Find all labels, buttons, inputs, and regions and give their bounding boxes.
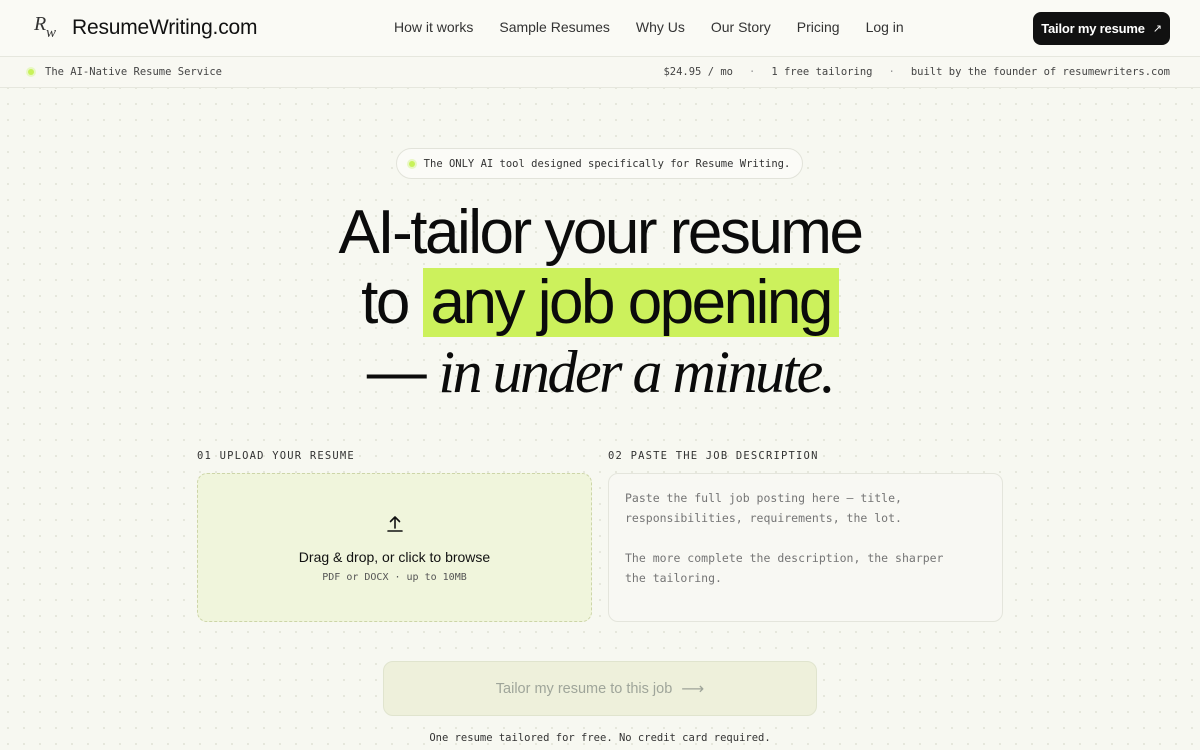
submit-label: Tailor my resume to this job [495,680,673,697]
brand-logo[interactable]: R w ResumeWriting.com [32,13,257,43]
nav-log-in[interactable]: Log in [866,19,904,35]
tailor-resume-submit-button[interactable]: Tailor my resume to this job ⟶ [383,661,817,716]
logo-letter-w: w [46,25,57,41]
header-cta-label: Tailor my resume [1041,21,1145,36]
main-nav: How it works Sample Resumes Why Us Our S… [394,19,930,35]
status-dot-icon [408,160,415,167]
brand-name: ResumeWriting.com [72,16,258,39]
upload-step-label: 01 UPLOAD YOUR RESUME [197,450,355,462]
free-tailoring-text: 1 free tailoring [771,66,873,78]
headline-line-2-prefix: to [361,268,423,337]
upload-icon [387,516,403,532]
separator: · [888,66,895,78]
hero-headline: AI-tailor your resume to any job opening… [0,198,1200,406]
nav-pricing[interactable]: Pricing [797,19,840,35]
job-step-label: 02 PASTE THE JOB DESCRIPTION [608,450,819,462]
service-meta: $24.95 / mo · 1 free tailoring · built b… [663,66,1170,78]
job-description-input[interactable] [608,473,1003,622]
upload-file-hint: PDF or DOCX · up to 10MB [322,572,467,583]
tagline-text: The AI-Native Resume Service [45,66,223,78]
announcement-pill: The ONLY AI tool designed specifically f… [396,148,803,179]
separator: · [749,66,756,78]
nav-our-story[interactable]: Our Story [711,19,771,35]
nav-how-it-works[interactable]: How it works [394,19,473,35]
nav-why-us[interactable]: Why Us [636,19,685,35]
arrow-up-right-icon: ↗ [1152,23,1162,35]
tailor-resume-header-button[interactable]: Tailor my resume ↗ [1033,12,1170,45]
logo-letter-r: R [34,13,47,35]
headline-dash: — [366,338,439,405]
headline-line-3: — in under a minute. [0,338,1200,406]
resume-upload-dropzone[interactable]: Drag & drop, or click to browse PDF or D… [197,473,592,622]
nav-sample-resumes[interactable]: Sample Resumes [499,19,610,35]
top-navigation: R w ResumeWriting.com How it works Sampl… [0,0,1200,57]
pill-text: The ONLY AI tool designed specifically f… [423,157,791,170]
free-trial-note: One resume tailored for free. No credit … [429,732,771,744]
founder-text: built by the founder of resumewriters.co… [910,66,1170,78]
info-bar: The AI-Native Resume Service $24.95 / mo… [0,57,1200,88]
logo-monogram-icon: R w [32,13,62,43]
price-text: $24.95 / mo [663,66,733,78]
headline-highlight: any job opening [422,268,839,337]
arrow-right-icon: ⟶ [681,680,705,698]
upload-instructions: Drag & drop, or click to browse [298,549,491,565]
headline-italic: in under a minute. [438,339,835,405]
service-tagline: The AI-Native Resume Service [28,66,222,78]
headline-line-2: to any job opening [0,268,1200,338]
headline-line-1: AI-tailor your resume [338,198,864,267]
status-dot-icon [28,69,34,75]
